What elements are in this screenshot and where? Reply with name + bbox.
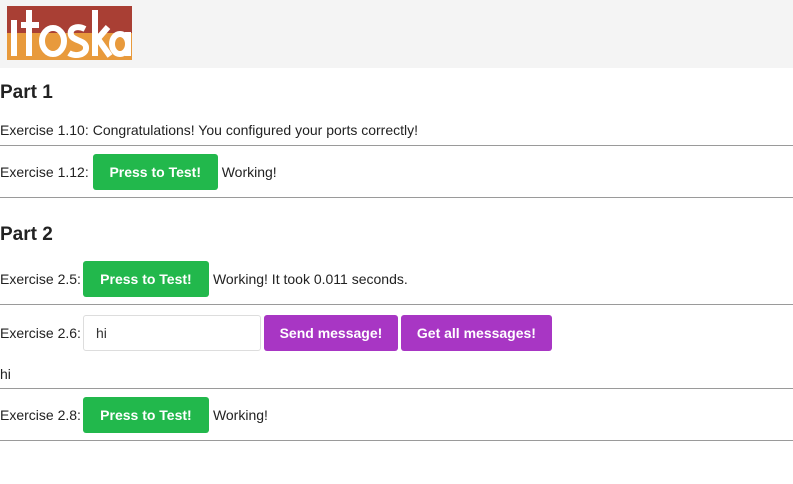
divider bbox=[0, 304, 793, 305]
exercise-2-8-row: Exercise 2.8: Press to Test! Working! bbox=[0, 397, 793, 433]
divider bbox=[0, 197, 793, 198]
exercise-1-12-row: Exercise 1.12: Press to Test! Working! bbox=[0, 154, 793, 190]
exercise-2-5-row: Exercise 2.5: Press to Test! Working! It… bbox=[0, 261, 793, 297]
exercise-1-10-message: Congratulations! You configured your por… bbox=[92, 122, 419, 138]
divider bbox=[0, 388, 793, 389]
exercise-2-8-test-button[interactable]: Press to Test! bbox=[82, 397, 209, 433]
exercise-2-6-row: Exercise 2.6: Send message! Get all mess… bbox=[0, 314, 793, 351]
exercise-2-8-label: Exercise 2.8: bbox=[0, 407, 81, 423]
exercise-2-8-status: Working! bbox=[212, 407, 268, 423]
exercise-1-12-status: Working! bbox=[221, 164, 277, 180]
exercise-1-10-label: Exercise 1.10: bbox=[0, 122, 89, 138]
exercise-2-5-label: Exercise 2.5: bbox=[0, 271, 81, 287]
messages-list: hi bbox=[0, 365, 793, 383]
get-all-messages-button[interactable]: Get all messages! bbox=[400, 314, 552, 351]
itoska-logo bbox=[7, 6, 132, 60]
send-message-button[interactable]: Send message! bbox=[263, 314, 398, 351]
exercise-2-5-test-button[interactable]: Press to Test! bbox=[82, 261, 209, 297]
message-item: hi bbox=[0, 366, 11, 382]
exercise-2-6-label: Exercise 2.6: bbox=[0, 324, 81, 341]
part1-title: Part 1 bbox=[0, 82, 53, 103]
divider bbox=[0, 145, 793, 146]
part2-title: Part 2 bbox=[0, 224, 53, 245]
exercise-1-10-row: Exercise 1.10: Congratulations! You conf… bbox=[0, 120, 793, 140]
divider bbox=[0, 440, 793, 441]
exercise-1-12-label: Exercise 1.12: bbox=[0, 164, 89, 180]
exercise-1-12-test-button[interactable]: Press to Test! bbox=[92, 154, 218, 190]
site-header bbox=[0, 0, 793, 68]
message-input[interactable] bbox=[82, 314, 261, 351]
exercise-2-5-status: Working! It took 0.011 seconds. bbox=[212, 271, 408, 287]
